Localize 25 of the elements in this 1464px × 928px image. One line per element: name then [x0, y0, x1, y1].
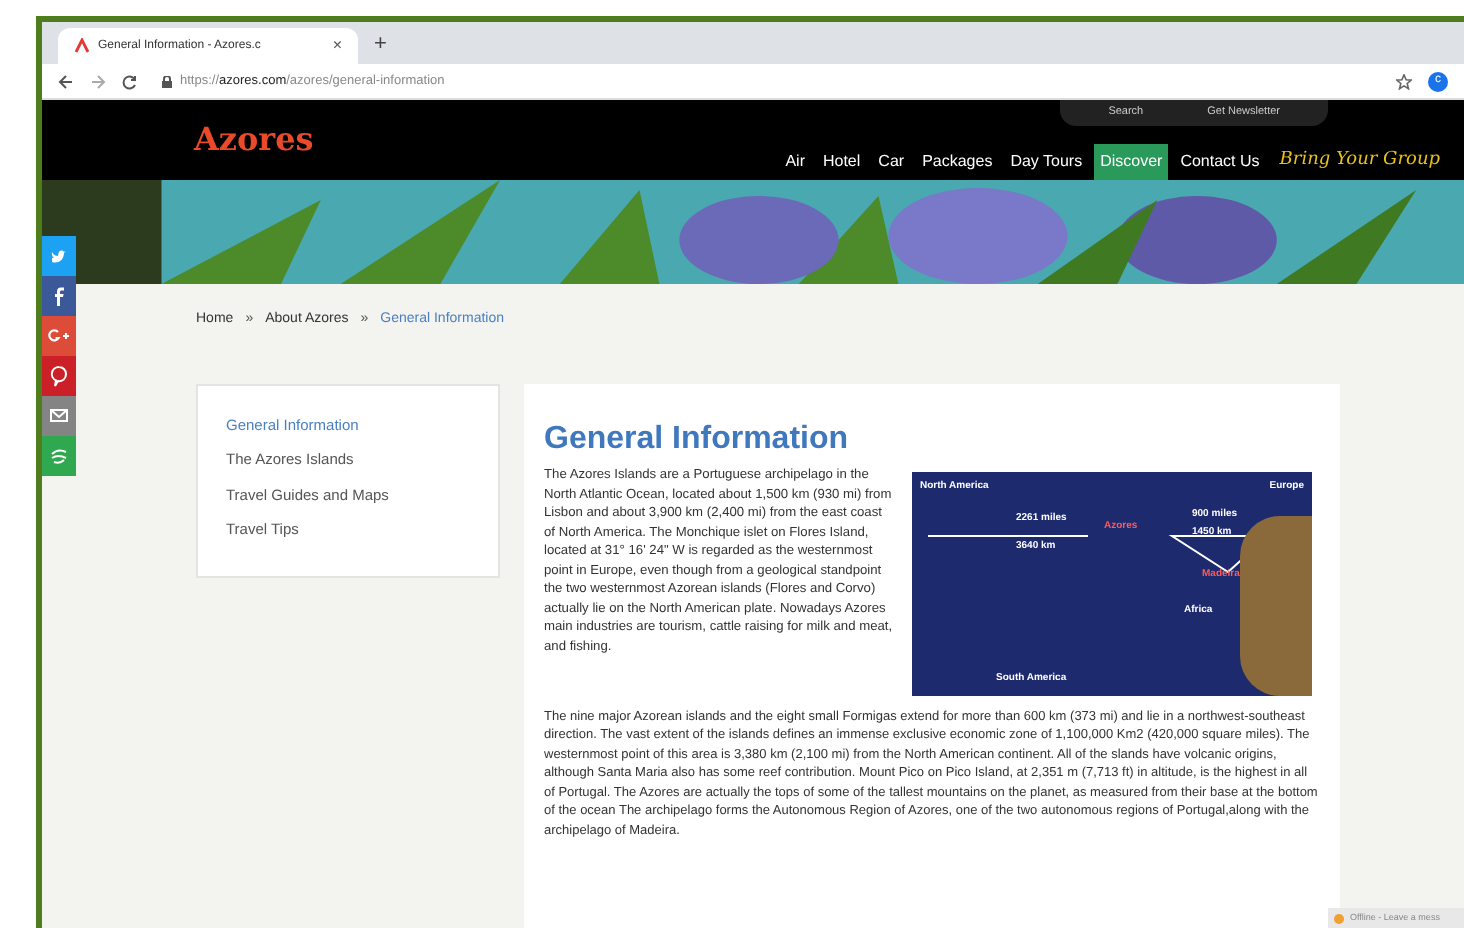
share-button[interactable] [42, 436, 76, 476]
share-button[interactable] [42, 356, 76, 396]
share-button[interactable] [42, 396, 76, 436]
article-title: General Information [544, 420, 851, 460]
new-tab-button[interactable]: + [374, 27, 387, 64]
chat-status-icon [1334, 913, 1344, 923]
share-button[interactable] [42, 316, 76, 356]
nav-link[interactable]: Car [872, 144, 911, 180]
nav-link[interactable]: Discover [1094, 144, 1169, 180]
nav-link[interactable]: Day Tours [1004, 144, 1089, 180]
back-icon[interactable] [58, 73, 74, 89]
reload-icon[interactable] [122, 73, 138, 89]
share-button[interactable] [42, 276, 76, 316]
envelope-icon [48, 404, 70, 428]
nav-link[interactable]: Contact Us [1174, 144, 1266, 180]
nav-link[interactable]: Packages [916, 144, 999, 180]
promo-link[interactable]: Bring Your Group [1279, 148, 1440, 176]
star-icon[interactable] [1396, 73, 1412, 89]
lock-icon [162, 75, 172, 87]
share-button[interactable] [42, 236, 76, 276]
site-icon [74, 38, 90, 54]
nav-link[interactable]: Hotel [816, 144, 867, 180]
nav-link[interactable]: Air [779, 144, 811, 180]
close-icon[interactable]: × [332, 34, 342, 58]
site-logo[interactable]: Azores [194, 118, 322, 162]
